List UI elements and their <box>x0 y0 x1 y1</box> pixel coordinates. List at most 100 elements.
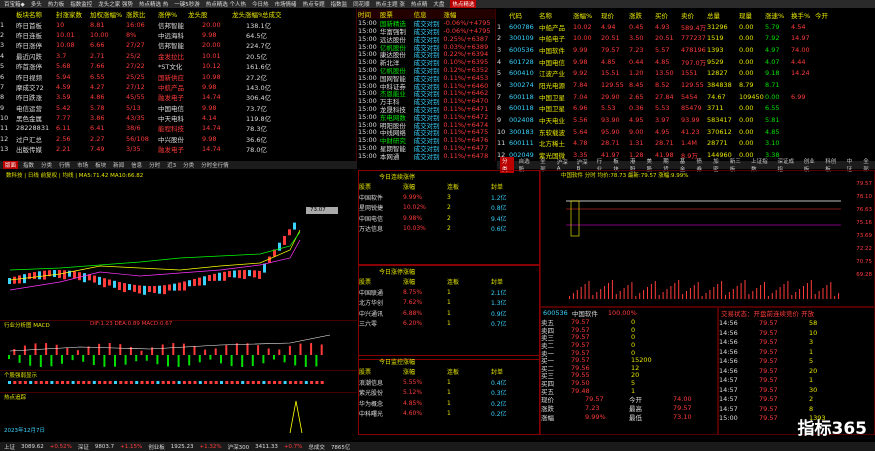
toolbar-tab[interactable]: 热点精选 <box>450 0 477 8</box>
toolbar-tab[interactable]: 热点精选 个人热 <box>206 0 246 8</box>
toolbar-tab[interactable]: 大盘 <box>433 0 444 8</box>
toolbar-tab[interactable]: 市场情绪 <box>275 0 297 8</box>
stock-row[interactable]: 2 300109 中船电子 10.00 20.51 3.50 20.51 777237 1519… <box>497 32 875 44</box>
left-tab[interactable]: 近3 <box>165 161 178 169</box>
cross-row[interactable]: 万达信息 10.03% 2 0.6亿 <box>359 224 539 235</box>
left-tab[interactable]: 分时全行情 <box>199 161 231 169</box>
ladder-row[interactable]: 12 过户汇总 2.56 2.27 56/108 中兴股份 9.98 36.6亿 <box>0 134 356 144</box>
intraday-chart[interactable]: 中国软件 分时 均价:78.73 最新:79.57 涨幅:9.99% 79.57… <box>540 170 875 307</box>
stock-row[interactable]: 1 600786 中船产品 10.02 4.94 0.45 4.93 589.4万 31296 0… <box>497 21 875 33</box>
toolbar-tab[interactable]: 指数监 <box>331 0 348 8</box>
macd-bar <box>114 355 116 367</box>
ladder-row[interactable]: 4 最近闪跌 3.7 2.71 25/2 金发拉比 10.01 20.5亿 <box>0 51 356 61</box>
stocks-col-header[interactable]: 涨速% <box>765 10 791 20</box>
cross-row[interactable]: 中科曙光 4.60% 1 0.2亿 <box>359 409 539 420</box>
toolbar-tab[interactable]: 热点主题 涨 <box>376 0 405 8</box>
stock-row[interactable]: 10 300183 东软载波 5.64 95.90 9.00 4.95 41.23 370612… <box>497 126 875 138</box>
ladder-row[interactable]: 5 昨首涨停 5.68 7.66 27/22 *ST文化 10.12 161.6亿 <box>0 61 356 71</box>
ladder-col-header[interactable]: 龙头股 <box>188 9 232 19</box>
ladder-row[interactable]: 3 昨日涨停 10.08 6.66 27/27 信邦智能 20.00 224.7亿 <box>0 40 356 50</box>
left-tab[interactable]: 行情 <box>57 161 72 169</box>
toolbar-tab[interactable]: 指数监控 <box>70 0 92 8</box>
stock-row[interactable]: 7 600118 中国卫星 7.04 29.90 2.65 27.84 5454 74.67 10… <box>497 91 875 103</box>
left-tab[interactable]: 信息 <box>129 161 144 169</box>
toolbar-tab[interactable]: 热力板 <box>48 0 65 8</box>
cross-row[interactable]: 中国联通 8.75% 1 2.1亿 <box>359 287 539 298</box>
candle <box>123 283 126 293</box>
toolbar-tab[interactable]: 一键5秒游 <box>174 0 200 8</box>
left-tab[interactable]: 版面 <box>3 161 19 169</box>
ladder-col-header[interactable]: 总成交 <box>262 9 302 19</box>
left-tab[interactable]: 市场 <box>75 161 90 169</box>
cross-row[interactable]: 北方华创 7.62% 1 1.3亿 <box>359 298 539 309</box>
toolbar-tab[interactable]: 多头 <box>31 0 42 8</box>
intraday-volume-bar <box>674 283 676 299</box>
stock-row[interactable]: 8 600118 中国卫星 6.96 5.53 0.36 5.53 85479 3711 0.00… <box>497 103 875 115</box>
stock-row[interactable]: 6 300274 阳光电源 7.84 129.55 8.45 8.52 129.55 38483… <box>497 79 875 91</box>
ladder-col-header[interactable]: 涨停% <box>158 9 188 19</box>
stock-cell: 583417 <box>707 116 732 125</box>
cross-row[interactable]: 中国软件 9.99% 3 1.2亿 <box>359 192 539 203</box>
macd-bar <box>294 355 297 366</box>
stocks-col-header[interactable]: 现价 <box>601 10 629 20</box>
left-tab[interactable]: 指数 <box>21 161 36 169</box>
stocks-col-header[interactable]: 涨幅% <box>573 10 601 20</box>
stocks-col-header[interactable]: 涨跌 <box>629 10 655 20</box>
ladder-col-header[interactable]: 板块名称 <box>16 9 56 19</box>
ladder-row[interactable]: 10 黑色金属 7.77 3.86 43/35 中天电科 4.14 119.8亿 <box>0 113 356 123</box>
ladder-row[interactable]: 1 昨日首板 10 8.81 16:06 信邦智能 20.00 138.1亿 <box>0 19 356 30</box>
stocks-col-header[interactable]: 代码 <box>509 10 539 20</box>
ladder-row[interactable]: 11 28228831 6.11 6.41 38/6 能程科技 14.74 78.3亿 <box>0 123 356 133</box>
ladder-row[interactable]: 6 昨日视频 5.94 6.55 25/25 国新供应 10.98 27.2亿 <box>0 71 356 82</box>
cross-row[interactable]: 星网锐捷 10.02% 2 0.8亿 <box>359 203 539 214</box>
stocks-col-header[interactable]: 总量 <box>707 10 739 20</box>
cross-row[interactable]: 浪潮信息 5.55% 1 0.4亿 <box>359 377 539 388</box>
feed-row[interactable]: 15:00 本网通 成交对别 0.11%/+6478 <box>358 152 495 161</box>
stock-cell: 中国软件 <box>539 46 565 55</box>
left-tab[interactable]: 板块 <box>93 161 108 169</box>
left-tab[interactable]: 分时 <box>147 161 162 169</box>
hot-feed-panel: 时间 股票 信息 涨幅 15:00 国新精选 成交对别 -0.06%/+4795 15:00 华… <box>358 9 496 161</box>
ladder-col-header[interactable]: 封涨家数 <box>56 9 90 19</box>
toolbar-tab[interactable]: 百宝箱◆ <box>4 0 25 8</box>
cross-row[interactable]: 中国电信 9.98% 2 9.4亿 <box>359 213 539 224</box>
toolbar-tab[interactable]: 热点精选 热 <box>139 0 168 8</box>
feed-col-header[interactable]: 涨幅 <box>443 9 495 19</box>
stock-row[interactable]: 11 600111 北方稀土 4.78 28.71 1.31 28.71 1.4M 28771 0… <box>497 138 875 150</box>
ladder-row[interactable]: 2 昨日连板 10.01 10.00 8% 中远海科 9.98 64.5亿 <box>0 30 356 40</box>
quote-stat-cell: 74.00 <box>673 394 692 403</box>
cross-row[interactable]: 中兴通讯 6.88% 1 0.9亿 <box>359 308 539 319</box>
ladder-col-header[interactable]: 涨跌比 <box>126 9 158 19</box>
stocks-col-header[interactable]: 名称 <box>539 10 573 20</box>
toolbar-tab[interactable]: 热点精 <box>411 0 428 8</box>
stock-row[interactable]: 9 002408 中天电业 5.56 93.90 4.95 3.97 93.99 583417 0… <box>497 114 875 126</box>
stocks-col-header[interactable]: 今开 <box>815 10 828 20</box>
toolbar-tab[interactable]: 龙头之家 强势 <box>98 0 133 8</box>
left-tab[interactable]: 分类 <box>181 161 196 169</box>
hot-tracking-panel: 热点追踪 2023年12月7日 <box>0 392 357 434</box>
cross-row[interactable]: 三六零 6.20% 1 0.7亿 <box>359 319 539 330</box>
ladder-col-header[interactable]: 加权涨幅% <box>90 9 126 19</box>
cross-row[interactable]: 紫光股份 5.12% 1 0.3亿 <box>359 388 539 399</box>
ladder-row[interactable]: 7 摩成交72 4.59 4.27 27/12 中航产品 9.98 143.0亿 <box>0 82 356 92</box>
stocks-col-header[interactable]: 现量 <box>739 10 765 20</box>
cross-row[interactable]: 华为概念 4.85% 1 0.2亿 <box>359 398 539 409</box>
stock-row[interactable]: 3 600536 中国软件 9.99 79.57 7.23 5.57 478196 1393 0.… <box>497 44 875 56</box>
stock-cell: 1.31 <box>629 139 644 148</box>
stock-row[interactable]: 5 600410 江波产业 9.92 15.51 1.20 13.50 1551 12827 0.… <box>497 67 875 79</box>
stock-row[interactable]: 4 601728 中国电信 9.98 4.85 0.44 4.85 797.0万 9529 0.0… <box>497 56 875 68</box>
toolbar-tab[interactable]: 今日热 <box>252 0 269 8</box>
toolbar-tab[interactable]: 热点专题 <box>303 0 325 8</box>
feed-col-header[interactable]: 时间 <box>358 9 380 19</box>
left-tab[interactable]: 分类 <box>39 161 54 169</box>
stocks-col-header[interactable]: 卖价 <box>681 10 707 20</box>
ladder-row[interactable]: 8 昨日跌涨 3.59 4.86 45/55 融发电子 14.74 306.4亿 <box>0 92 356 102</box>
kline-chart[interactable]: 数科技 | 日线 前复权 | 均线 | MA5:71.42 MA10:66.82… <box>0 170 357 320</box>
ladder-row[interactable]: 9 电信运营 5.42 5.78 5/13 中国电信 9.98 73.7亿 <box>0 103 356 113</box>
stocks-col-header[interactable]: 换手% <box>791 10 815 20</box>
toolbar-tab[interactable]: 同花顺 <box>353 0 370 8</box>
left-tab[interactable]: 新闻 <box>111 161 126 169</box>
stocks-col-header[interactable]: 买价 <box>655 10 681 20</box>
ladder-col-header[interactable]: 龙头涨幅% <box>232 9 262 19</box>
ladder-row[interactable]: 13 出版传媒 2.21 7.49 3/35 融发电子 14.74 78.0亿 <box>0 144 356 154</box>
